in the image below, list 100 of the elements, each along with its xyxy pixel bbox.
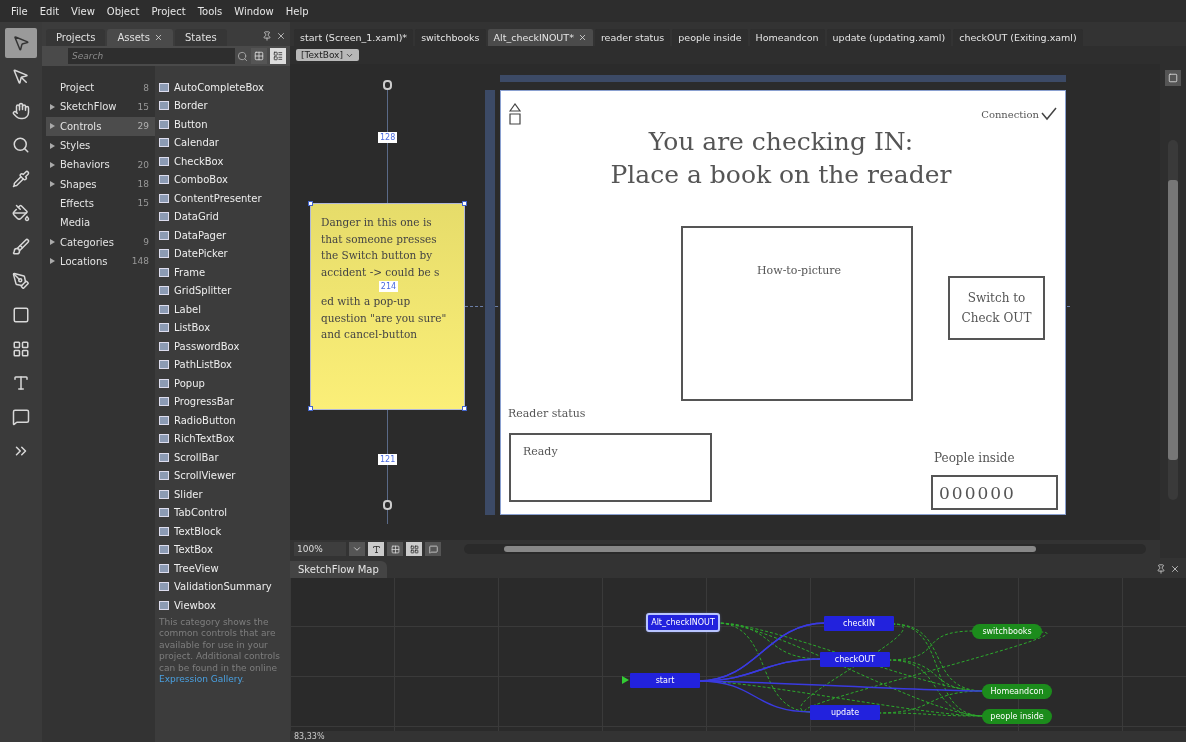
pin-icon[interactable] — [262, 31, 272, 41]
document-tab[interactable]: switchbooks — [415, 29, 486, 46]
component-node[interactable]: people inside — [982, 709, 1052, 724]
component-node[interactable]: Homeandcon — [982, 684, 1052, 699]
menu-item[interactable]: Help — [280, 3, 314, 19]
expand-icon[interactable] — [50, 161, 55, 168]
document-tab[interactable]: reader status — [594, 29, 671, 46]
effects-button[interactable] — [368, 542, 384, 556]
document-tab[interactable]: checkOUT (Exiting.xaml) — [953, 29, 1083, 46]
control-item[interactable]: Slider — [159, 485, 288, 504]
category-item[interactable]: Controls 29 — [46, 116, 155, 136]
control-item[interactable]: Label — [159, 300, 288, 319]
component-node[interactable]: switchbooks — [972, 624, 1042, 639]
anchor-icon[interactable] — [383, 500, 392, 510]
resize-handle[interactable] — [462, 406, 467, 411]
control-item[interactable]: PathListBox — [159, 355, 288, 374]
pin-icon[interactable] — [1156, 564, 1166, 574]
document-tab[interactable]: Homeandcon — [749, 29, 825, 46]
control-item[interactable]: TreeView — [159, 559, 288, 578]
snap-button[interactable] — [425, 542, 441, 556]
resize-handle[interactable] — [308, 201, 313, 206]
grid-button[interactable] — [387, 542, 403, 556]
control-item[interactable]: ListBox — [159, 318, 288, 337]
control-item[interactable]: RadioButton — [159, 411, 288, 430]
screen-node[interactable]: checkIN — [824, 616, 894, 631]
screen-node[interactable]: update — [810, 705, 880, 720]
control-item[interactable]: Viewbox — [159, 596, 288, 615]
list-view-button[interactable] — [270, 48, 286, 64]
control-item[interactable]: DataGrid — [159, 207, 288, 226]
control-item[interactable]: Button — [159, 115, 288, 134]
close-icon[interactable] — [276, 31, 286, 41]
view-button[interactable] — [1165, 70, 1181, 86]
menu-item[interactable]: Object — [101, 3, 145, 19]
switch-button[interactable]: Switch to Check OUT — [948, 276, 1045, 340]
control-item[interactable]: ProgressBar — [159, 392, 288, 411]
control-item[interactable]: CheckBox — [159, 152, 288, 171]
house-icon[interactable] — [509, 103, 521, 125]
expand-icon[interactable] — [50, 181, 55, 188]
document-tab[interactable]: start (Screen_1.xaml)* — [294, 29, 414, 46]
expand-icon[interactable] — [50, 258, 55, 265]
vertical-scrollbar[interactable] — [1168, 140, 1178, 500]
menu-item[interactable]: Project — [146, 3, 191, 19]
category-item[interactable]: Project 8 — [46, 78, 155, 98]
category-item[interactable]: Media — [46, 213, 155, 233]
document-tab[interactable]: people inside — [672, 29, 748, 46]
control-item[interactable]: Popup — [159, 374, 288, 393]
close-icon[interactable] — [1170, 564, 1180, 574]
resize-handle[interactable] — [462, 201, 467, 206]
screen-node[interactable]: checkOUT — [820, 652, 890, 667]
close-icon[interactable] — [154, 33, 163, 42]
control-item[interactable]: RichTextBox — [159, 429, 288, 448]
control-item[interactable]: ComboBox — [159, 170, 288, 189]
panel-tab[interactable]: States — [175, 29, 227, 46]
panel-tab[interactable]: Projects — [46, 29, 106, 46]
menu-item[interactable]: Tools — [192, 3, 228, 19]
control-item[interactable]: DatePicker — [159, 244, 288, 263]
category-item[interactable]: Categories 9 — [46, 232, 155, 252]
control-item[interactable]: GridSplitter — [159, 281, 288, 300]
control-item[interactable]: TextBox — [159, 540, 288, 559]
document-tab[interactable]: Alt_checkINOUT* — [487, 29, 593, 46]
panel-tab[interactable]: SketchFlow Map — [290, 561, 387, 578]
category-item[interactable]: Effects 15 — [46, 193, 155, 214]
control-item[interactable]: TextBlock — [159, 522, 288, 541]
control-item[interactable]: ScrollBar — [159, 448, 288, 467]
menu-item[interactable]: View — [66, 3, 100, 19]
category-item[interactable]: Behaviors 20 — [46, 155, 155, 175]
screen-node[interactable]: start — [630, 673, 700, 688]
expand-icon[interactable] — [50, 123, 55, 130]
control-item[interactable]: Calendar — [159, 133, 288, 152]
menu-item[interactable]: Window — [229, 3, 279, 19]
category-item[interactable]: Locations 148 — [46, 251, 155, 271]
tool-button[interactable] — [5, 28, 37, 58]
control-item[interactable]: ScrollViewer — [159, 466, 288, 485]
document-tab[interactable]: update (updating.xaml) — [826, 29, 952, 46]
category-item[interactable]: Shapes 18 — [46, 174, 155, 194]
expand-icon[interactable] — [50, 103, 55, 110]
gallery-link[interactable]: Expression Gallery — [159, 674, 242, 684]
zoom-field[interactable]: 83,33% — [294, 731, 325, 742]
category-item[interactable]: Styles — [46, 135, 155, 156]
control-item[interactable]: PasswordBox — [159, 337, 288, 356]
control-item[interactable]: Border — [159, 96, 288, 115]
close-icon[interactable] — [577, 33, 587, 42]
resize-handle[interactable] — [308, 406, 313, 411]
control-item[interactable]: TabControl — [159, 503, 288, 522]
menu-item[interactable]: Edit — [34, 3, 65, 19]
expand-icon[interactable] — [50, 142, 55, 149]
sticky-note[interactable]: Danger in this one is that someone presses the Switch button by accident -> could be s 214 ed with a pop-up question "are you sure" and cancel-button — [310, 203, 465, 410]
screen-node[interactable]: Alt_checkINOUT — [648, 615, 718, 630]
grid-view-button[interactable] — [251, 48, 267, 64]
control-item[interactable]: ContentPresenter — [159, 189, 288, 208]
control-item[interactable]: Frame — [159, 263, 288, 282]
expand-icon[interactable] — [50, 239, 55, 245]
horizontal-scrollbar[interactable] — [464, 544, 1146, 554]
zoom-field[interactable]: 100% — [294, 542, 346, 556]
snap-button[interactable] — [406, 542, 422, 556]
panel-tab[interactable]: Assets — [107, 29, 173, 46]
control-item[interactable]: ValidationSummary — [159, 577, 288, 596]
control-item[interactable]: DataPager — [159, 226, 288, 245]
anchor-icon[interactable] — [383, 80, 392, 90]
search-field[interactable]: Search — [68, 48, 235, 64]
